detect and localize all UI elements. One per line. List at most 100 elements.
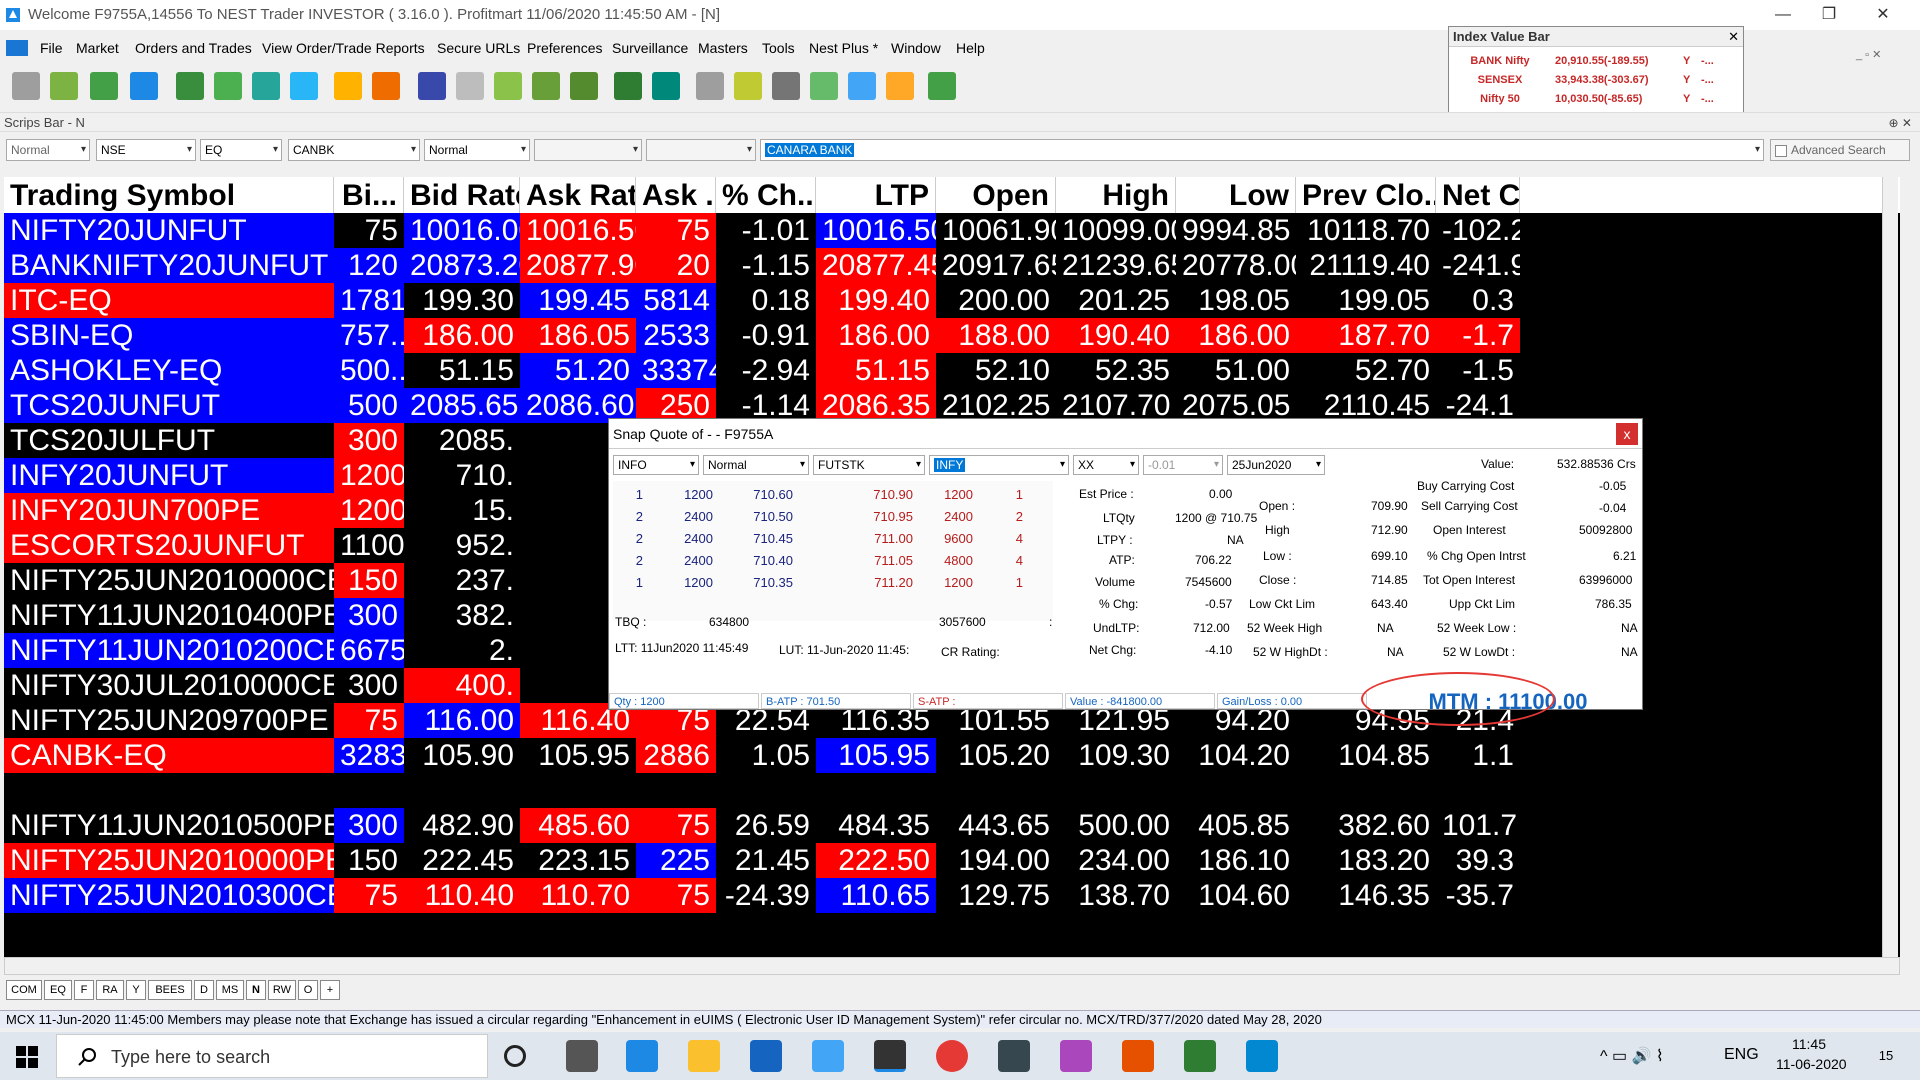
toolbar-button-17[interactable] [652, 72, 680, 100]
column-header[interactable]: Bid Rate [404, 177, 520, 213]
watchlist-tab[interactable]: RW [268, 980, 296, 1000]
table-row[interactable]: SBIN-EQ757...186.00186.052533-0.91186.00… [4, 318, 1900, 353]
toolbar-button-8[interactable] [290, 72, 318, 100]
column-header[interactable]: % Ch... [716, 177, 816, 213]
table-row[interactable]: BANKNIFTY20JUNFUT12020873.2020877.9020-1… [4, 248, 1900, 283]
scrip-select-mode[interactable]: Normal ▾ [6, 139, 90, 161]
table-row[interactable]: ITC-EQ 1781 199.30 199.45 5814 0.18 199.40 200.… [4, 283, 1900, 318]
table-row[interactable]: CANBK-EQ 3283 105.90 105.95 2886 1.05 105.95 10… [4, 738, 1900, 773]
snap-select-exchange[interactable]: INFO ▾ [613, 455, 699, 475]
toolbar-button-22[interactable] [848, 72, 876, 100]
minimize-button[interactable]: — [1760, 0, 1806, 30]
watchlist-tab[interactable]: + [320, 980, 340, 1000]
menu-nest-plus[interactable]: Nest Plus * [809, 36, 878, 60]
watchlist-tab[interactable]: EQ [44, 980, 72, 1000]
pin-icon[interactable]: ⊕ ✕ [1889, 113, 1912, 133]
taskbar-search[interactable]: Type here to search [56, 1034, 488, 1078]
watchlist-tab[interactable]: COM [6, 980, 42, 1000]
index-row[interactable]: BANK Nifty 20,910.55(-189.55) Y -... [1455, 55, 1735, 72]
snap-select-strike[interactable]: -0.01 ▾ [1143, 455, 1223, 475]
toolbar-button-19[interactable] [734, 72, 762, 100]
toolbar-button-4[interactable] [130, 72, 158, 100]
watchlist-tab[interactable]: Y [126, 980, 146, 1000]
scrip-select-market[interactable]: Normal ▾ [424, 139, 530, 161]
app-icon[interactable] [812, 1040, 844, 1072]
toolbar-button-18[interactable] [696, 72, 724, 100]
windows-start-icon[interactable] [16, 1046, 38, 1068]
column-header[interactable]: Low [1176, 177, 1296, 213]
toolbar-button-10[interactable] [372, 72, 400, 100]
vertical-scrollbar[interactable] [1882, 177, 1898, 957]
menu-view-reports[interactable]: View Order/Trade Reports [262, 36, 425, 60]
toolbar-button-3[interactable] [90, 72, 118, 100]
task-view-icon[interactable] [566, 1040, 598, 1072]
watchlist-tab[interactable]: O [298, 980, 318, 1000]
scrip-select-extra-1[interactable]: ▾ [534, 139, 642, 161]
toolbar-button-5[interactable] [176, 72, 204, 100]
menu-help[interactable]: Help [956, 36, 985, 60]
column-header[interactable]: Prev Clo... [1296, 177, 1436, 213]
toolbar-button-9[interactable] [334, 72, 362, 100]
snap-select-option[interactable]: XX ▾ [1073, 455, 1139, 475]
menu-surveillance[interactable]: Surveillance [612, 36, 688, 60]
excel-icon[interactable] [1184, 1040, 1216, 1072]
watchlist-tab[interactable]: F [74, 980, 94, 1000]
column-header[interactable]: Trading Symbol [4, 177, 334, 213]
column-header[interactable]: Ask Rate [520, 177, 636, 213]
mail-icon[interactable] [750, 1040, 782, 1072]
menu-tools[interactable]: Tools [762, 36, 795, 60]
toolbar-button-21[interactable] [810, 72, 838, 100]
nest-trader-icon[interactable] [874, 1040, 906, 1072]
toolbar-button-11[interactable] [418, 72, 446, 100]
index-row[interactable]: SENSEX 33,943.38(-303.67) Y -... [1455, 74, 1735, 91]
snap-select-expiry[interactable]: 25Jun2020 ▾ [1227, 455, 1325, 475]
mdi-controls-icon[interactable]: _ ▫ ✕ [1856, 48, 1881, 61]
menu-secure-urls[interactable]: Secure URLs [437, 36, 520, 60]
table-row[interactable]: ASHOKLEY-EQ500...51.1551.2033374-2.9451.… [4, 353, 1900, 388]
snap-select-symbol[interactable]: INFY ▾ [929, 455, 1069, 475]
edge-icon[interactable] [626, 1040, 658, 1072]
restore-button[interactable]: ❐ [1806, 0, 1852, 30]
table-row[interactable]: NIFTY20JUNFUT7510016.0010016.5075-1.0110… [4, 213, 1900, 248]
toolbar-button-20[interactable] [772, 72, 800, 100]
menu-orders-trades[interactable]: Orders and Trades [135, 36, 252, 60]
index-row[interactable]: Nifty 50 10,030.50(-85.65) Y -... [1455, 93, 1735, 110]
menu-preferences[interactable]: Preferences [527, 36, 602, 60]
table-row[interactable]: NIFTY25JUN2010000PE 150 222.45 223.15 225 21.… [4, 843, 1900, 878]
snap-select-market[interactable]: Normal ▾ [703, 455, 809, 475]
column-header[interactable]: LTP [816, 177, 936, 213]
menu-window[interactable]: Window [891, 36, 941, 60]
toolbar-button-16[interactable] [614, 72, 642, 100]
column-header[interactable]: Net C... [1436, 177, 1520, 213]
watchlist-tab[interactable]: N [246, 980, 266, 1000]
toolbar-button-12[interactable] [456, 72, 484, 100]
drive-icon[interactable] [1060, 1040, 1092, 1072]
scrip-select-exchange[interactable]: NSE ▾ [96, 139, 196, 161]
language-indicator[interactable]: ENG [1724, 1046, 1759, 1064]
toolbar-button-23[interactable] [886, 72, 914, 100]
cortana-icon[interactable] [504, 1045, 526, 1067]
toolbar-button-24[interactable] [928, 72, 956, 100]
toolbar-button-14[interactable] [532, 72, 560, 100]
close-window-button[interactable]: ✕ [1860, 0, 1906, 30]
toolbar-button-15[interactable] [570, 72, 598, 100]
column-header[interactable]: Ask ... [636, 177, 716, 213]
snap-select-instrument[interactable]: FUTSTK ▾ [813, 455, 925, 475]
advanced-search-checkbox[interactable]: Advanced Search [1770, 139, 1910, 161]
watchlist-tab[interactable]: D [194, 980, 214, 1000]
watchlist-tab[interactable]: MS [216, 980, 244, 1000]
chrome-icon[interactable] [936, 1040, 968, 1072]
office-icon[interactable] [1122, 1040, 1154, 1072]
column-header[interactable]: High [1056, 177, 1176, 213]
horizontal-scrollbar[interactable] [4, 957, 1900, 975]
toolbar-button-13[interactable] [494, 72, 522, 100]
menu-masters[interactable]: Masters [698, 36, 748, 60]
menu-file[interactable]: File [40, 36, 63, 60]
toolbar-button-7[interactable] [252, 72, 280, 100]
toolbar-button-1[interactable] [12, 72, 40, 100]
toolbar-button-2[interactable] [50, 72, 78, 100]
watchlist-tab[interactable]: BEES [148, 980, 192, 1000]
column-header[interactable]: Open [936, 177, 1056, 213]
column-header[interactable]: Bi... [334, 177, 404, 213]
index-bar-close-icon[interactable]: ✕ [1728, 29, 1739, 45]
